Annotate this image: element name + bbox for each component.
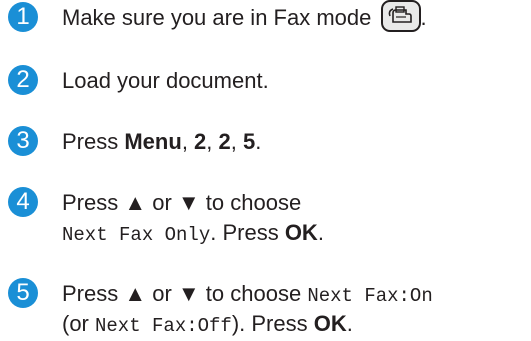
press-text: ). Press (231, 311, 314, 336)
step-number-3: 3 (8, 126, 38, 156)
option-next-fax-on: Next Fax:On (307, 285, 433, 307)
menu-key: Menu (124, 129, 182, 154)
ok-key: OK (284, 220, 318, 245)
key-5: 5 (243, 129, 256, 154)
or-text: (or (62, 311, 95, 336)
step-number-4: 4 (8, 187, 38, 217)
step-3-text: Press Menu, 2, 2, 5. (62, 127, 261, 156)
fax-mode-button-icon (380, 0, 421, 33)
step-1-instruction: Make sure you are in Fax mode (62, 5, 372, 30)
period: . (255, 129, 262, 154)
period: . (346, 311, 353, 336)
step-1-period: . (420, 5, 427, 30)
step-5-press: Press ▲ or ▼ to choose (62, 281, 308, 306)
step-number-2: 2 (8, 65, 38, 95)
ok-key: OK (313, 311, 347, 336)
step-3-press: Press (62, 129, 125, 154)
separator: , (181, 129, 195, 154)
option-next-fax-only: Next Fax Only (62, 224, 211, 246)
step-1-text: Make sure you are in Fax mode . (62, 0, 427, 35)
separator: , (206, 129, 219, 154)
step-5-line-2: (or Next Fax:Off). Press OK. (62, 309, 353, 341)
step-2-text: Load your document. (62, 68, 269, 93)
separator: , (230, 129, 244, 154)
step-number-5: 5 (8, 278, 38, 308)
option-next-fax-off: Next Fax:Off (95, 315, 232, 337)
step-5-line-1: Press ▲ or ▼ to choose Next Fax:On (62, 279, 433, 311)
step-number-1: 1 (8, 2, 38, 32)
step-4-line-2: Next Fax Only. Press OK. (62, 218, 324, 250)
press-text: . Press (210, 220, 285, 245)
key-2-second: 2 (218, 129, 231, 154)
period: . (317, 220, 324, 245)
key-2-first: 2 (194, 129, 207, 154)
step-4-line-1: Press ▲ or ▼ to choose (62, 190, 302, 215)
